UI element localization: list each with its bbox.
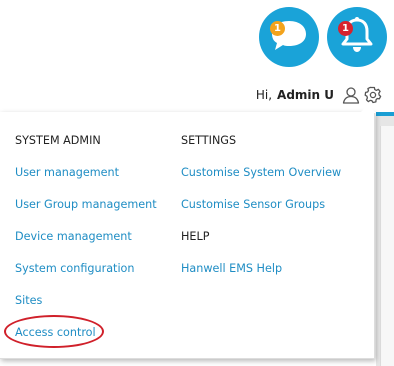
background-page-edge [376, 112, 394, 366]
settings-dropdown-menu: SYSTEM ADMIN User management User Group … [0, 112, 375, 359]
menu-item-system-configuration[interactable]: System configuration [15, 262, 157, 294]
menu-item-customise-sensor-groups[interactable]: Customise Sensor Groups [181, 198, 341, 230]
menu-item-sites[interactable]: Sites [15, 294, 157, 326]
background-accent-bar [376, 112, 394, 116]
notifications-button[interactable] [327, 7, 387, 67]
help-heading: HELP [181, 230, 210, 243]
menu-item-access-control[interactable]: Access control [15, 326, 157, 358]
system-admin-heading: SYSTEM ADMIN [15, 134, 101, 147]
dropdown-caret [360, 105, 376, 113]
background-card [380, 126, 394, 366]
menu-item-customise-system-overview[interactable]: Customise System Overview [181, 166, 341, 198]
gear-icon[interactable] [364, 86, 382, 104]
chat-button[interactable] [259, 7, 319, 67]
menu-item-user-group-management[interactable]: User Group management [15, 198, 157, 230]
menu-item-user-management[interactable]: User management [15, 166, 157, 198]
notifications-badge: 1 [338, 21, 353, 36]
user-name[interactable]: Admin U [277, 88, 334, 102]
settings-heading: SETTINGS [181, 134, 237, 147]
menu-item-device-management[interactable]: Device management [15, 230, 157, 262]
user-icon[interactable] [342, 86, 360, 104]
greeting-label: Hi, [255, 88, 273, 102]
chat-badge: 1 [270, 21, 285, 36]
settings-column: SETTINGS Customise System Overview Custo… [181, 134, 341, 294]
menu-item-hanwell-ems-help[interactable]: Hanwell EMS Help [181, 262, 341, 294]
system-admin-column: SYSTEM ADMIN User management User Group … [15, 134, 157, 358]
